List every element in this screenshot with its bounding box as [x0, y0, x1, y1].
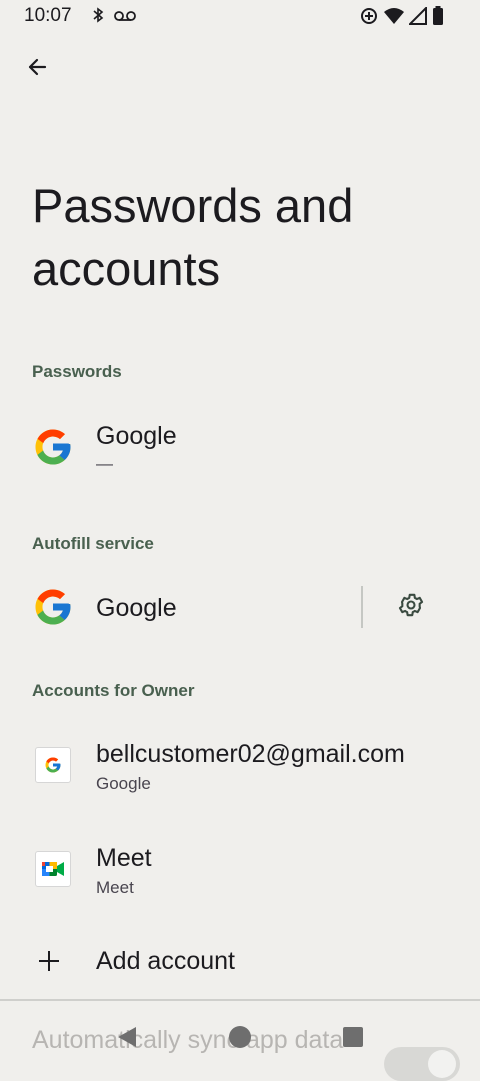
account-email: bellcustomer02@gmail.com [96, 740, 405, 768]
autofill-google-title: Google [96, 594, 177, 622]
autofill-google-row[interactable]: Google [0, 570, 480, 646]
gear-icon [397, 591, 425, 624]
navigation-bar [0, 1008, 480, 1070]
add-account-button[interactable]: Add account [0, 930, 480, 994]
google-account-icon [32, 744, 74, 786]
plus-icon [28, 940, 70, 982]
autofill-settings-button[interactable] [392, 588, 430, 626]
signal-icon [407, 5, 427, 30]
account-type: Google [96, 774, 151, 793]
account-row-meet[interactable]: Meet Meet [0, 820, 480, 920]
section-header-accounts: Accounts for Owner [32, 681, 195, 700]
meet-title: Meet [96, 844, 152, 872]
divider [0, 999, 480, 1001]
data-saver-icon [359, 6, 379, 31]
google-g-icon [32, 586, 74, 628]
bluetooth-icon [92, 7, 104, 28]
google-meet-icon [32, 848, 74, 890]
nav-back-button[interactable] [112, 1024, 142, 1054]
nav-home-button[interactable] [225, 1024, 255, 1054]
add-account-label: Add account [96, 947, 235, 975]
wifi-icon [384, 7, 404, 30]
voicemail-icon [114, 9, 136, 27]
google-g-icon [32, 426, 74, 468]
passwords-google-title: Google [96, 422, 177, 450]
passwords-google-row[interactable]: Google — [0, 400, 480, 496]
account-row-google[interactable]: bellcustomer02@gmail.com Google [0, 716, 480, 816]
nav-home-icon [228, 1025, 252, 1054]
battery-icon [432, 6, 444, 31]
nav-recents-button[interactable] [338, 1024, 368, 1054]
status-bar: 10:07 [0, 0, 480, 34]
section-header-passwords: Passwords [32, 362, 122, 381]
section-header-autofill: Autofill service [32, 534, 154, 553]
nav-back-icon [116, 1025, 138, 1054]
arrow-back-icon [25, 55, 49, 84]
passwords-google-subtitle: — [96, 454, 113, 473]
autofill-divider [361, 586, 363, 628]
nav-recents-icon [342, 1026, 364, 1053]
back-button[interactable] [18, 50, 56, 88]
page-title: Passwords and accounts [32, 179, 354, 295]
meet-subtitle: Meet [96, 878, 134, 897]
status-time: 10:07 [24, 5, 72, 26]
